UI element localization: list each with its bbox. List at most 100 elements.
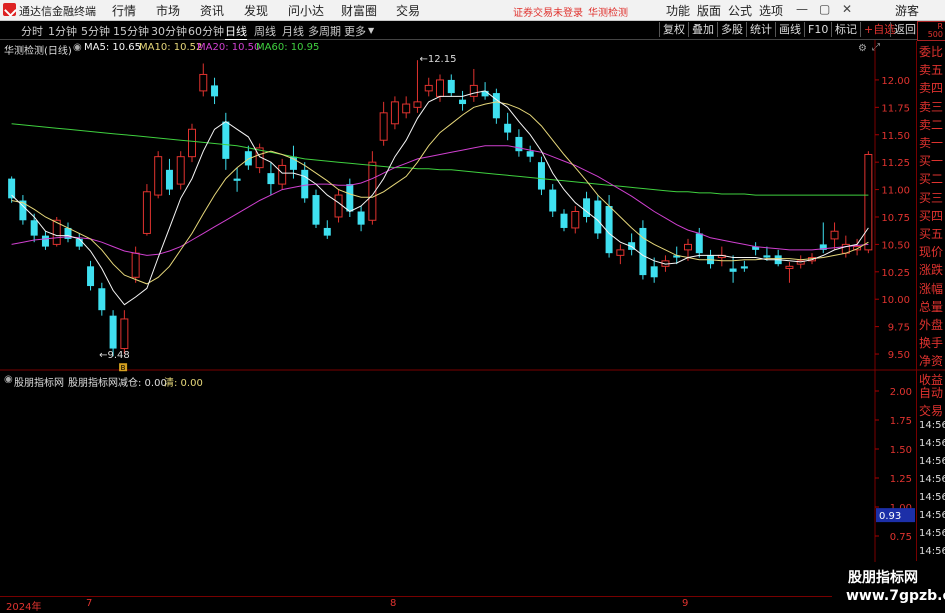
candle-up <box>413 101 422 108</box>
ma10-line <box>11 101 869 285</box>
candle-down <box>537 162 545 190</box>
candle-down <box>526 151 534 157</box>
ind-side-label-2: 14:56 <box>919 420 945 431</box>
side-label-11: 现价 <box>919 245 944 260</box>
side-label-9: 买四 <box>919 208 944 223</box>
ind-current-label: 0.93 <box>879 511 901 522</box>
candle-up <box>785 265 794 270</box>
ma5-line <box>11 90 869 306</box>
candle-up <box>469 84 478 97</box>
candle-down <box>740 266 748 269</box>
candle-down <box>75 238 83 247</box>
price-tick-label: 9.50 <box>888 350 910 361</box>
candle-down <box>346 184 354 212</box>
candle-down <box>41 235 49 247</box>
candle-up <box>379 112 388 141</box>
candle-down <box>492 93 500 119</box>
candle-down <box>30 220 38 236</box>
price-tick-label: 9.75 <box>888 323 910 334</box>
watermark-title: 股朋指标网 <box>848 570 918 586</box>
ind-tick-label: 1.75 <box>890 416 912 427</box>
ind-side-label-4: 14:56 <box>919 456 945 467</box>
candle-down <box>459 99 467 105</box>
candle-down <box>549 189 557 212</box>
date-month-8: 8 <box>390 598 397 609</box>
high-annotation: ←12.15 <box>419 54 456 65</box>
candle-up <box>571 211 580 229</box>
side-label-6: 买一 <box>919 154 944 169</box>
candle-down <box>211 85 219 97</box>
candle-up <box>864 153 873 251</box>
candle-down <box>87 266 95 287</box>
side-label-10: 买五 <box>919 227 944 241</box>
candle-down <box>515 136 523 152</box>
ma20-line <box>11 145 869 256</box>
ma60-line <box>11 123 869 196</box>
candle-up <box>120 318 129 350</box>
side-label-0: 委比 <box>919 45 944 59</box>
candle-up <box>131 252 140 278</box>
candle-up <box>278 164 287 185</box>
candle-down <box>594 200 602 234</box>
side-label-17: 净资 <box>919 354 944 369</box>
candle-down <box>560 213 568 228</box>
candle-up <box>199 73 208 92</box>
ind-tick-label: 1.50 <box>890 445 912 456</box>
candle-down <box>301 169 309 199</box>
side-label-15: 外盘 <box>919 318 944 332</box>
low-annotation: ←9.48 <box>99 350 130 361</box>
date-year: 2024年 <box>6 602 42 613</box>
candle-up <box>684 243 692 251</box>
ind-tick-label: 2.00 <box>890 387 912 398</box>
date-month-9: 9 <box>682 598 689 609</box>
candle-down <box>98 288 106 311</box>
candle-down <box>323 227 331 236</box>
indicator-name: 股朋指标网 <box>14 378 64 389</box>
candle-down <box>222 121 230 159</box>
candle-up <box>154 156 163 196</box>
ind-side-label-5: 14:56 <box>919 474 945 485</box>
date-axis: 2024年 7 8 9 <box>0 596 945 613</box>
buy-badge-label: B <box>121 364 126 372</box>
price-tick-label: 10.50 <box>881 240 910 251</box>
ind-side-label-3: 14:56 <box>919 438 945 449</box>
candle-down <box>605 206 613 254</box>
candle-up <box>188 128 196 158</box>
candle-up <box>334 194 343 218</box>
candle-down <box>447 79 455 94</box>
candle-down <box>504 123 512 133</box>
ind-tick-label: 0.75 <box>890 532 912 543</box>
indicator-formula: 股朋指标网减仓: 0.00 <box>68 378 167 389</box>
ind-side-label-8: 14:56 <box>919 528 945 539</box>
ind-tick-label: 1.25 <box>890 474 912 485</box>
side-label-13: 涨幅 <box>919 281 944 296</box>
candle-up <box>424 84 433 92</box>
candle-down <box>267 173 275 185</box>
side-label-5: 卖一 <box>919 136 944 150</box>
indicator-extra: 清: 0.00 <box>164 378 203 389</box>
ind-side-label-7: 14:56 <box>919 510 945 521</box>
price-tick-label: 12.00 <box>881 76 910 87</box>
candle-down <box>165 169 173 190</box>
price-tick-label: 11.25 <box>881 158 910 169</box>
candle-down <box>695 233 703 254</box>
side-label-7: 买二 <box>919 172 944 187</box>
side-label-4: 卖二 <box>919 117 944 132</box>
side-label-14: 总量 <box>919 299 944 314</box>
candle-down <box>233 178 241 181</box>
candle-down <box>763 255 771 258</box>
candle-up <box>616 249 625 256</box>
side-label-2: 卖四 <box>919 81 944 96</box>
candle-down <box>312 195 320 225</box>
price-tick-label: 10.75 <box>881 213 910 224</box>
candle-up <box>142 191 151 234</box>
date-month-7: 7 <box>86 598 93 609</box>
watermark-url: www.7gpzb.com <box>846 588 945 604</box>
kline-chart[interactable]: ←12.15 ←9.48 B 12.00 11.75 11.50 11.25 11.00 10… <box>0 0 945 609</box>
indicator-toggle-icon[interactable]: ◉ <box>4 374 13 385</box>
candle-down <box>357 211 365 225</box>
price-tick-label: 10.00 <box>881 295 910 306</box>
ind-side-label-6: 14:56 <box>919 492 945 503</box>
side-label-1: 卖五 <box>919 63 944 78</box>
price-tick-label: 11.75 <box>881 103 910 114</box>
